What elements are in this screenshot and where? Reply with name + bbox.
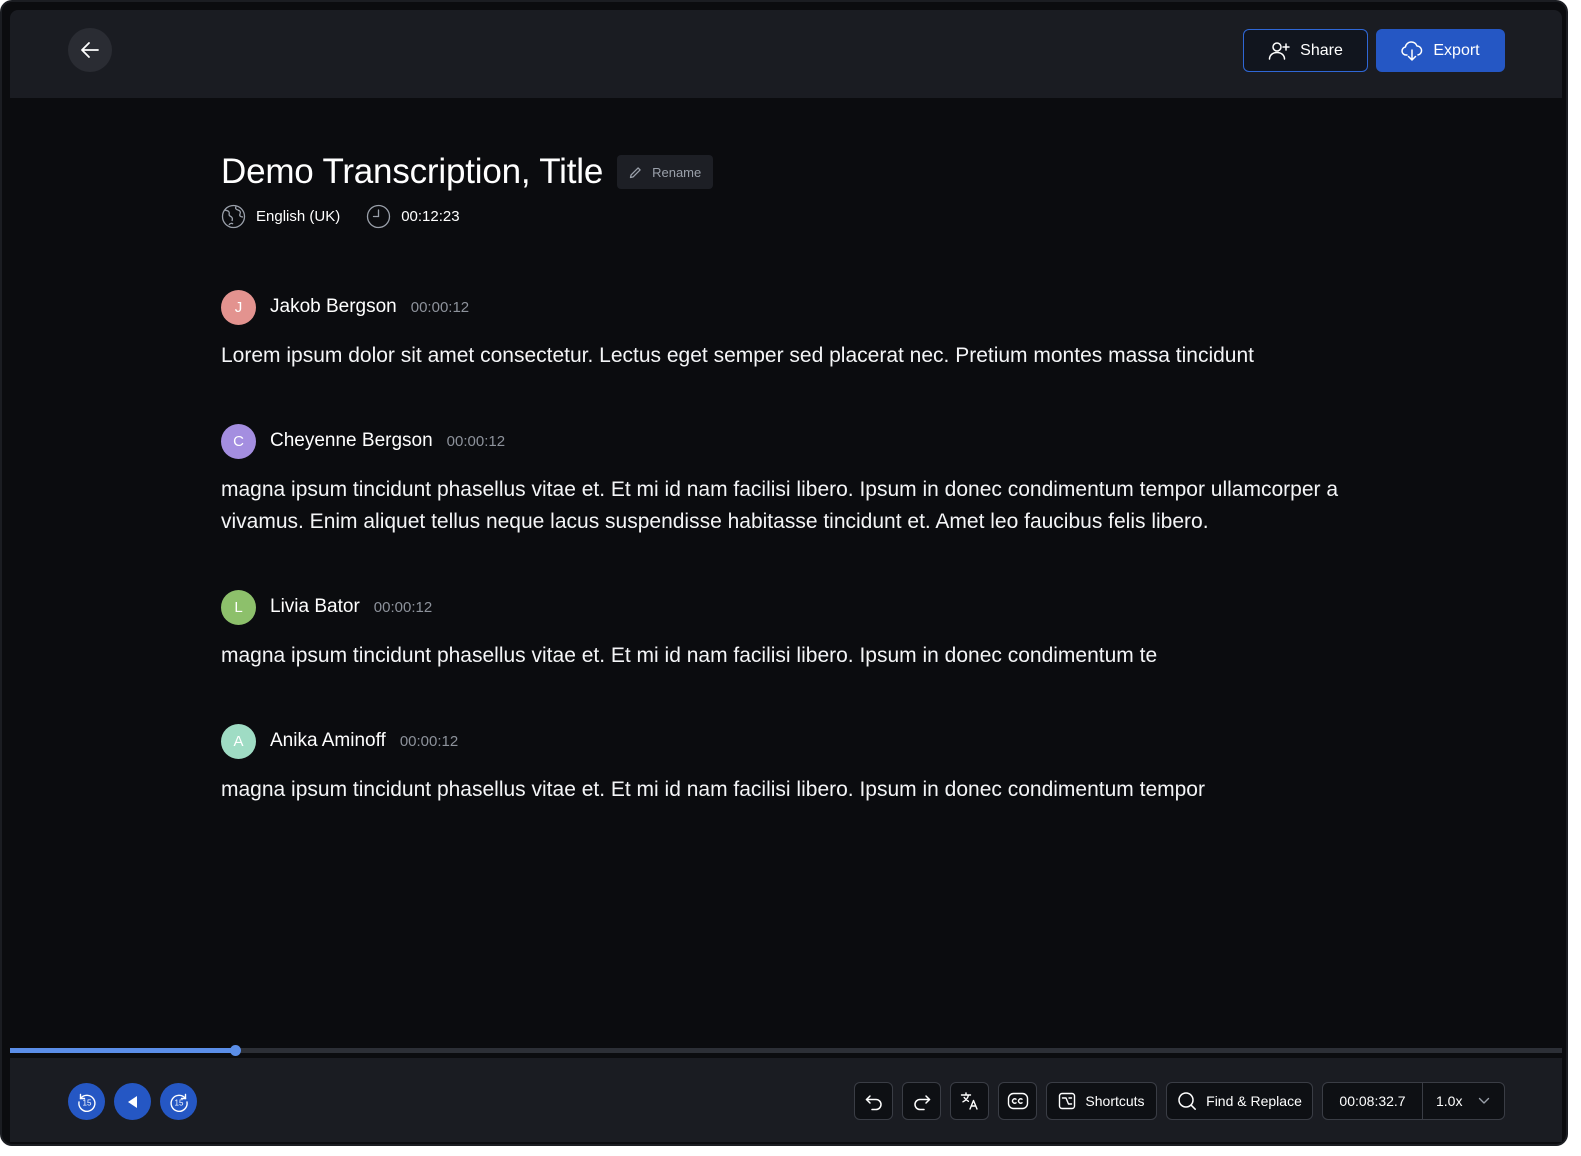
time-speed-control: 00:08:32.7 1.0x bbox=[1322, 1082, 1505, 1120]
speaker-name[interactable]: Livia Bator bbox=[270, 596, 360, 618]
rewind-15-button[interactable]: 15 bbox=[68, 1083, 105, 1120]
transcript-entry: A Anika Aminoff 00:00:12 magna ipsum tin… bbox=[221, 723, 1381, 806]
avatar: J bbox=[221, 289, 256, 325]
shortcuts-label: Shortcuts bbox=[1085, 1093, 1145, 1109]
translate-button[interactable] bbox=[950, 1082, 989, 1120]
current-time-display: 00:08:32.7 bbox=[1323, 1083, 1423, 1119]
export-label: Export bbox=[1433, 41, 1480, 59]
playback-progress-fill bbox=[10, 1048, 236, 1053]
clock-icon bbox=[367, 204, 391, 229]
playback-progress-bar[interactable] bbox=[10, 1045, 1562, 1056]
speaker-row: C Cheyenne Bergson 00:00:12 bbox=[221, 423, 1381, 459]
rename-label: Rename bbox=[652, 164, 702, 180]
rewind-15-icon: 15 bbox=[77, 1093, 96, 1112]
add-user-icon bbox=[1268, 41, 1290, 60]
entry-text[interactable]: Lorem ipsum dolor sit amet consectetur. … bbox=[221, 340, 1351, 372]
keyboard-shortcut-icon bbox=[1059, 1092, 1076, 1110]
play-icon bbox=[127, 1095, 137, 1108]
play-button[interactable] bbox=[114, 1083, 151, 1120]
speaker-name[interactable]: Cheyenne Bergson bbox=[270, 430, 433, 452]
duration-meta: 00:12:23 bbox=[366, 204, 460, 229]
playback-speed-select[interactable]: 1.0x bbox=[1423, 1083, 1504, 1119]
cloud-download-icon bbox=[1401, 40, 1423, 61]
avatar: L bbox=[221, 589, 256, 625]
duration-label: 00:12:23 bbox=[401, 208, 460, 225]
top-bar: Share Export bbox=[10, 10, 1562, 98]
undo-button[interactable] bbox=[854, 1082, 893, 1120]
closed-captions-icon bbox=[1007, 1092, 1028, 1110]
speed-value: 1.0x bbox=[1436, 1093, 1463, 1109]
pencil-icon bbox=[629, 166, 641, 178]
shortcuts-button[interactable]: Shortcuts bbox=[1046, 1082, 1157, 1120]
page-title: Demo Transcription, Title bbox=[221, 152, 604, 191]
search-icon bbox=[1178, 1092, 1197, 1110]
speaker-row: A Anika Aminoff 00:00:12 bbox=[221, 723, 1381, 759]
entry-text[interactable]: magna ipsum tincidunt phasellus vitae et… bbox=[221, 474, 1351, 538]
app-window: Share Export Demo Transcription, Title R… bbox=[0, 0, 1568, 1146]
chevron-down-icon bbox=[1478, 1097, 1490, 1104]
svg-text:15: 15 bbox=[174, 1098, 183, 1107]
speaker-name[interactable]: Anika Aminoff bbox=[270, 730, 386, 752]
undo-icon bbox=[865, 1095, 882, 1111]
title-row: Demo Transcription, Title Rename bbox=[221, 152, 1381, 192]
speaker-timestamp[interactable]: 00:00:12 bbox=[411, 299, 469, 316]
forward-15-icon: 15 bbox=[169, 1093, 188, 1112]
entry-text[interactable]: magna ipsum tincidunt phasellus vitae et… bbox=[221, 640, 1351, 672]
captions-button[interactable] bbox=[998, 1082, 1037, 1120]
avatar: C bbox=[221, 423, 256, 459]
find-replace-button[interactable]: Find & Replace bbox=[1166, 1082, 1313, 1120]
speaker-timestamp[interactable]: 00:00:12 bbox=[447, 433, 505, 450]
speaker-row: J Jakob Bergson 00:00:12 bbox=[221, 289, 1381, 325]
speaker-row: L Livia Bator 00:00:12 bbox=[221, 589, 1381, 625]
speaker-timestamp[interactable]: 00:00:12 bbox=[400, 733, 458, 750]
rename-button[interactable]: Rename bbox=[617, 155, 714, 189]
export-button[interactable]: Export bbox=[1376, 29, 1505, 72]
meta-row: English (UK) 00:12:23 bbox=[221, 204, 1381, 229]
playback-scrubber-handle[interactable] bbox=[230, 1045, 242, 1056]
avatar: A bbox=[221, 723, 256, 759]
find-replace-label: Find & Replace bbox=[1206, 1093, 1302, 1109]
speaker-name[interactable]: Jakob Bergson bbox=[270, 296, 397, 318]
translate-icon bbox=[960, 1092, 978, 1110]
arrow-left-icon bbox=[81, 42, 99, 58]
transcript-entry: C Cheyenne Bergson 00:00:12 magna ipsum … bbox=[221, 423, 1381, 538]
transcript-entry: L Livia Bator 00:00:12 magna ipsum tinci… bbox=[221, 589, 1381, 672]
language-meta: English (UK) bbox=[221, 204, 340, 229]
transcript-entry: J Jakob Bergson 00:00:12 Lorem ipsum dol… bbox=[221, 289, 1381, 372]
redo-button[interactable] bbox=[902, 1082, 941, 1120]
entry-text[interactable]: magna ipsum tincidunt phasellus vitae et… bbox=[221, 774, 1351, 806]
transcript-content: Demo Transcription, Title Rename English… bbox=[221, 152, 1381, 857]
forward-15-button[interactable]: 15 bbox=[160, 1083, 197, 1120]
redo-icon bbox=[913, 1095, 930, 1111]
language-label: English (UK) bbox=[256, 208, 341, 225]
speaker-timestamp[interactable]: 00:00:12 bbox=[374, 599, 432, 616]
player-bar: 15 15 Shortcuts Find & Replace 00:08:32.… bbox=[10, 1058, 1562, 1142]
globe-icon bbox=[221, 204, 246, 229]
share-button[interactable]: Share bbox=[1243, 29, 1368, 72]
back-button[interactable] bbox=[68, 28, 112, 72]
share-label: Share bbox=[1300, 41, 1343, 59]
transcript-entries: J Jakob Bergson 00:00:12 Lorem ipsum dol… bbox=[221, 289, 1381, 806]
svg-text:15: 15 bbox=[82, 1098, 91, 1107]
